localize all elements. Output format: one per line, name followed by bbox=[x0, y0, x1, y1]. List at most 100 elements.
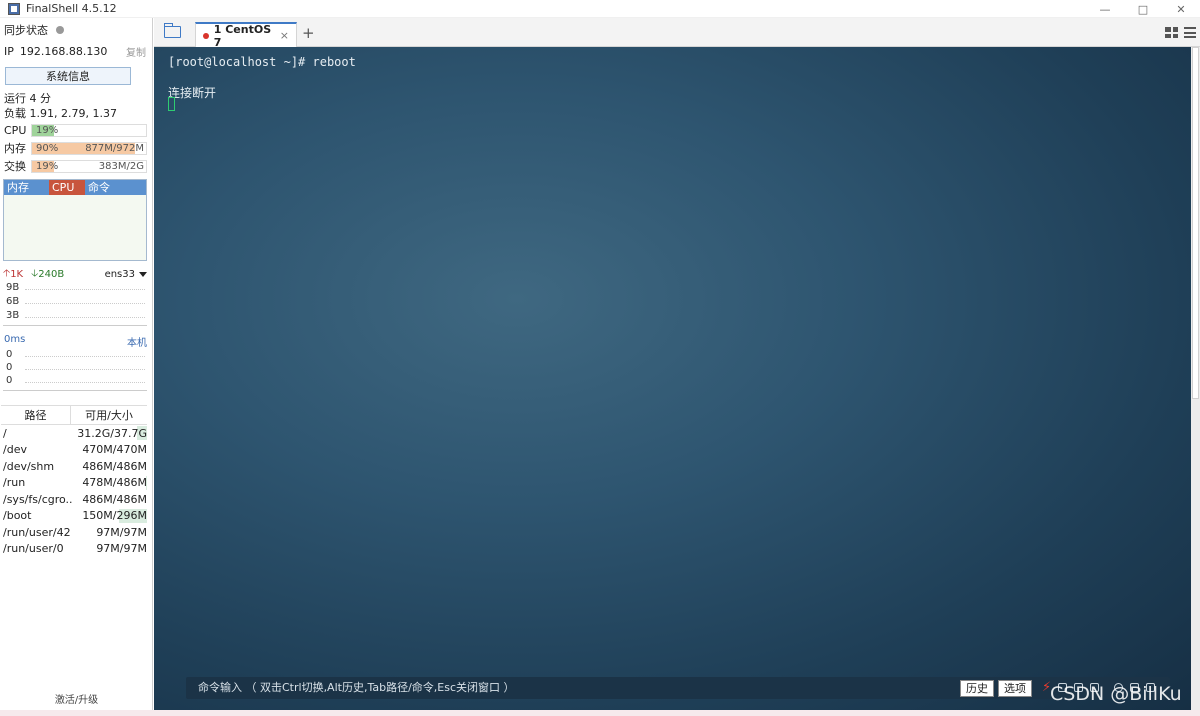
network-tick-label: 3B bbox=[6, 310, 20, 321]
swap-usage-bar: 19% 383M/2G bbox=[31, 160, 147, 173]
cpu-usage-percent: 19% bbox=[36, 125, 59, 136]
download-speed: 240B bbox=[38, 268, 65, 280]
process-col-memory[interactable]: 内存 bbox=[4, 180, 49, 195]
sidebar: 同步状态 IP 192.168.88.130 复制 系统信息 运行 4 分 负载… bbox=[0, 18, 153, 716]
disk-size: 97M/97M bbox=[96, 542, 147, 556]
disk-size: 470M/470M bbox=[82, 443, 147, 457]
activate-upgrade-link[interactable]: 激活/升级 bbox=[0, 691, 153, 706]
ping-tick-label: 0 bbox=[6, 362, 13, 373]
app-logo-icon bbox=[8, 2, 20, 15]
process-table-header: 内存 CPU 命令 bbox=[4, 180, 146, 195]
network-interface-value: ens33 bbox=[104, 268, 135, 280]
disk-size: 478M/486M bbox=[82, 476, 147, 490]
chart-gridline bbox=[25, 317, 145, 318]
disk-rows: / 31.2G/37.7G/dev 470M/470M/dev/shm 486M/48… bbox=[1, 425, 147, 557]
disk-row: /dev 470M/470M bbox=[1, 442, 147, 459]
swap-usage-percent: 19% bbox=[36, 161, 59, 172]
disk-row: /sys/fs/cgro... 486M/486M bbox=[1, 491, 147, 508]
chart-gridline bbox=[25, 289, 145, 290]
disk-size: 150M/296M bbox=[82, 509, 147, 523]
terminal-cursor bbox=[168, 97, 175, 111]
system-info-button[interactable]: 系统信息 bbox=[5, 67, 131, 85]
chevron-down-icon bbox=[139, 271, 147, 277]
chart-gridline bbox=[25, 303, 145, 304]
disk-path: /sys/fs/cgro... bbox=[3, 492, 73, 506]
process-col-cpu[interactable]: CPU bbox=[49, 180, 85, 195]
memory-usage-value: 877M/972M bbox=[85, 143, 144, 154]
command-input-bar[interactable]: 命令输入 （ 双击Ctrl切换,Alt历史,Tab路径/命令,Esc关闭窗口 ）… bbox=[186, 677, 1170, 699]
disk-path: /dev bbox=[3, 443, 27, 457]
disk-path: /run/user/42 bbox=[3, 525, 71, 539]
title-bar: FinalShell 4.5.12 — □ ✕ bbox=[0, 0, 1200, 18]
watermark: CSDN @BillKu bbox=[1050, 683, 1182, 705]
maximize-icon[interactable]: □ bbox=[1124, 0, 1162, 18]
uptime-text: 运行 4 分 bbox=[4, 92, 51, 105]
process-table[interactable]: 内存 CPU 命令 bbox=[3, 179, 147, 261]
network-header: 🡡 1K 🡣 240B ens33 bbox=[3, 267, 147, 281]
ping-latency: 0ms bbox=[4, 334, 26, 345]
disk-size: 97M/97M bbox=[96, 525, 147, 539]
history-button[interactable]: 历史 bbox=[960, 680, 994, 697]
terminal-scrollbar[interactable] bbox=[1191, 47, 1200, 710]
cpu-usage-bar: 19% bbox=[31, 124, 147, 137]
app-title: FinalShell 4.5.12 bbox=[26, 2, 117, 15]
minimize-icon[interactable]: — bbox=[1086, 0, 1124, 18]
layout-grid-icon[interactable] bbox=[1165, 27, 1178, 38]
disk-row: /run 478M/486M bbox=[1, 475, 147, 492]
connection-status-dot-icon bbox=[203, 32, 209, 39]
network-chart: 9B 6B 3B bbox=[3, 282, 147, 326]
sync-status-label: 同步状态 bbox=[4, 24, 48, 37]
network-interface-select[interactable]: ens33 bbox=[105, 269, 147, 280]
disk-path: / bbox=[3, 426, 7, 440]
memory-usage-percent: 90% bbox=[36, 143, 59, 154]
disk-row: /dev/shm 486M/486M bbox=[1, 458, 147, 475]
menu-icon[interactable] bbox=[1184, 27, 1196, 38]
disk-path: /dev/shm bbox=[3, 459, 55, 473]
ip-row: IP 192.168.88.130 复制 bbox=[4, 43, 146, 59]
sync-status-row: 同步状态 bbox=[4, 22, 146, 38]
upload-speed: 1K bbox=[10, 268, 24, 280]
tab-label: 1 CentOS 7 bbox=[213, 22, 272, 49]
ip-value: 192.168.88.130 bbox=[19, 44, 108, 58]
swap-label: 交换 bbox=[4, 160, 26, 173]
folder-open-icon[interactable] bbox=[163, 23, 181, 38]
chart-gridline bbox=[25, 369, 145, 370]
disk-table-header: 路径 可用/大小 bbox=[1, 405, 147, 425]
close-icon[interactable]: ✕ bbox=[1162, 0, 1200, 18]
disk-path: /boot bbox=[3, 509, 32, 523]
disk-size: 486M/486M bbox=[82, 459, 147, 473]
add-tab-icon[interactable]: + bbox=[302, 24, 315, 42]
disk-size: 31.2G/37.7G bbox=[77, 426, 147, 440]
disk-col-path[interactable]: 路径 bbox=[1, 406, 71, 424]
terminal-line: 连接断开 bbox=[168, 86, 217, 100]
tab-close-icon[interactable]: × bbox=[280, 29, 289, 42]
window-controls: — □ ✕ bbox=[1086, 0, 1200, 18]
cpu-label: CPU bbox=[4, 123, 27, 137]
chart-gridline bbox=[25, 356, 145, 357]
disk-path: /run/user/0 bbox=[3, 542, 64, 556]
disk-size: 486M/486M bbox=[82, 492, 147, 506]
disk-row: / 31.2G/37.7G bbox=[1, 425, 147, 442]
disk-row: /run/user/42 97M/97M bbox=[1, 524, 147, 541]
terminal-line: [root@localhost ~]# reboot bbox=[168, 55, 356, 69]
sync-status-dot-icon bbox=[56, 26, 64, 34]
disk-row: /run/user/0 97M/97M bbox=[1, 541, 147, 558]
upload-arrow-icon: 🡡 bbox=[3, 267, 11, 279]
ping-target[interactable]: 本机 bbox=[127, 334, 147, 349]
ping-chart: 0 0 0 bbox=[3, 349, 147, 391]
terminal-area[interactable]: [root@localhost ~]# reboot 连接断开 bbox=[154, 47, 1191, 710]
scrollbar-thumb[interactable] bbox=[1192, 47, 1199, 399]
ping-tick-label: 0 bbox=[6, 349, 13, 360]
process-col-command[interactable]: 命令 bbox=[85, 180, 146, 195]
ping-header: 0ms 本机 bbox=[4, 334, 147, 349]
memory-usage-bar: 90% 877M/972M bbox=[31, 142, 147, 155]
disk-row: /boot 150M/296M bbox=[1, 508, 147, 525]
command-input-hint[interactable]: 命令输入 （ 双击Ctrl切换,Alt历史,Tab路径/命令,Esc关闭窗口 ） bbox=[198, 677, 515, 699]
tab-centos-7[interactable]: 1 CentOS 7 × bbox=[195, 22, 297, 49]
disk-col-size[interactable]: 可用/大小 bbox=[71, 406, 147, 424]
tab-bar: 1 CentOS 7 × + bbox=[154, 18, 1200, 49]
ip-label: IP bbox=[4, 44, 14, 58]
copy-ip-link[interactable]: 复制 bbox=[126, 44, 146, 59]
options-button[interactable]: 选项 bbox=[998, 680, 1032, 697]
chart-gridline bbox=[25, 382, 145, 383]
